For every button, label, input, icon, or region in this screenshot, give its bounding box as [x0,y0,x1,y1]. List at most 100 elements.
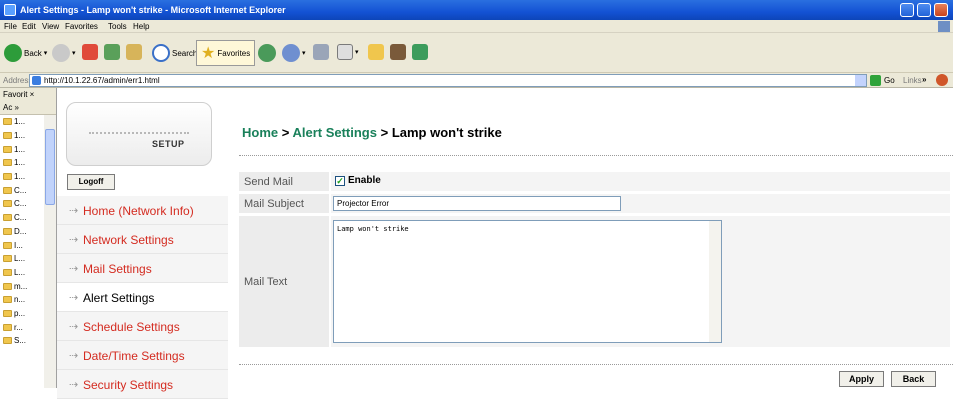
folder-icon [368,44,384,60]
home-button[interactable] [126,44,142,60]
address-input[interactable]: http://10.1.22.67/admin/err1.html [29,74,867,87]
messenger-icon [412,44,428,60]
history-button[interactable] [258,44,276,62]
go-arrow-icon [870,75,881,86]
favorite-label: I... [14,240,23,250]
page-title: Home > Alert Settings > Lamp won't strik… [242,125,502,140]
favorite-label: m... [14,281,28,291]
search-icon [152,44,170,62]
menu-edit[interactable]: Edit [22,22,36,31]
arrow-icon: ⇢ [69,234,79,246]
folder-icon [3,268,12,276]
arrow-icon: ⇢ [69,321,79,333]
folder-icon [3,337,12,345]
print-button[interactable] [313,44,329,60]
folder-icon [3,173,12,181]
stop-icon [82,44,98,60]
breadcrumb-section[interactable]: Alert Settings [292,125,377,140]
breadcrumb-home[interactable]: Home [242,125,278,140]
nav-item-mail-settings[interactable]: ⇢ Mail Settings [57,254,228,283]
folder-button[interactable] [368,44,384,60]
menu-view[interactable]: View [42,22,59,31]
arrow-icon: ⇢ [69,205,79,217]
home-icon [126,44,142,60]
mail-text-textarea[interactable]: Lamp won't strike [333,220,722,343]
favorites-button[interactable]: ★ Favorites [196,40,256,66]
folder-icon [3,132,12,140]
favorite-label: p... [14,308,26,318]
address-label: Address [3,76,33,85]
favorites-add-button[interactable]: Ac » [3,103,19,112]
send-mail-row: Send Mail ✓ Enable [239,172,950,191]
scroll-thumb[interactable] [45,129,55,205]
favorite-label: L... [14,254,26,264]
back-arrow-icon [4,44,22,62]
print-icon [313,44,329,60]
menu-favorites[interactable]: Favorites [65,22,98,31]
messenger-button[interactable] [412,44,428,60]
mail-subject-row: Mail Subject Projector Error [239,194,950,213]
favorites-title[interactable]: Favorit × [3,90,34,99]
stop-button[interactable] [82,44,98,60]
menu-tools[interactable]: Tools [108,22,127,31]
breadcrumb-page: Lamp won't strike [391,125,502,140]
apply-button[interactable]: Apply [839,371,884,387]
forward-button[interactable]: ▾ [52,44,76,62]
page-content: Setup Logoff ⇢ Home (Network Info) ⇢ Net… [57,88,953,399]
edit-button[interactable]: ▾ [337,44,359,60]
folder-icon [3,255,12,263]
enable-checkbox[interactable]: ✓ [335,176,345,186]
textarea-scrollbar[interactable] [709,221,721,342]
arrow-icon: ⇢ [69,263,79,275]
favorite-label: 1... [14,144,26,154]
extension-icon[interactable] [936,74,948,86]
address-dropdown[interactable] [855,75,866,86]
favorite-label: n... [14,295,26,305]
arrow-icon: ⇢ [69,292,79,304]
folder-icon [3,214,12,222]
mail-subject-value: Projector Error [331,194,950,213]
favorites-header: Favorit × [0,88,56,101]
refresh-button[interactable] [104,44,120,60]
folder-icon [3,323,12,331]
nav-item-home[interactable]: ⇢ Home (Network Info) [57,196,228,225]
mail-button[interactable]: ▾ [282,44,306,62]
links-chevron-icon[interactable]: » [922,75,926,84]
nav-item-schedule-settings[interactable]: ⇢ Schedule Settings [57,312,228,341]
nav-item-network-settings[interactable]: ⇢ Network Settings [57,225,228,254]
mail-subject-input[interactable]: Projector Error [333,196,621,211]
mail-text-row: Mail Text Lamp won't strike [239,216,950,347]
go-button[interactable]: Go [870,75,895,86]
menu-bar: File Edit View Favorites Tools Help [0,20,953,33]
nav-item-datetime-settings[interactable]: ⇢ Date/Time Settings [57,341,228,370]
sidebar-nav: ⇢ Home (Network Info) ⇢ Network Settings… [57,196,228,399]
history-icon [258,44,276,62]
back-button[interactable]: Back ▾ [4,44,47,62]
research-button[interactable] [390,44,406,60]
links-label[interactable]: Links [903,76,922,85]
folder-icon [3,186,12,194]
address-bar: Address http://10.1.22.67/admin/err1.htm… [0,73,953,88]
mail-subject-label: Mail Subject [239,194,329,213]
page-icon [32,76,41,85]
favorite-label: 1... [14,131,26,141]
minimize-button[interactable] [900,3,914,17]
send-mail-label: Send Mail [239,172,329,191]
address-url: http://10.1.22.67/admin/err1.html [44,76,160,85]
favorite-label: C... [14,213,27,223]
folder-icon [3,282,12,290]
toolbar: Back ▾ ▾ Search ★ Favorites ▾ ▾ [0,33,953,73]
nav-item-alert-settings[interactable]: ⇢ Alert Settings [57,283,228,312]
favorite-label: C... [14,185,27,195]
favorite-label: 1... [14,158,26,168]
search-button[interactable]: Search [152,44,197,62]
maximize-button[interactable] [917,3,931,17]
close-button[interactable] [934,3,948,17]
menu-file[interactable]: File [4,22,17,31]
menu-help[interactable]: Help [133,22,149,31]
logoff-button[interactable]: Logoff [67,174,115,190]
favorites-scrollbar[interactable] [44,115,56,388]
back-form-button[interactable]: Back [891,371,936,387]
folder-icon [3,145,12,153]
folder-icon [3,200,12,208]
